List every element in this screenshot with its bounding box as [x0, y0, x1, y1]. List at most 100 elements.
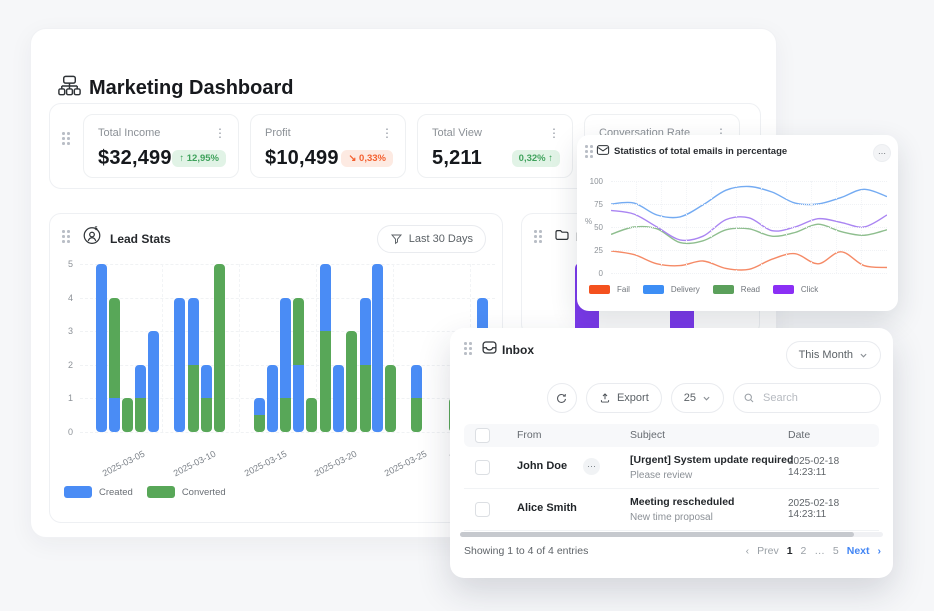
bar-segment-converted	[346, 331, 357, 432]
table-row[interactable]: John Doe ⋯ [Urgent] System update required…	[464, 447, 879, 489]
legend-item[interactable]: Created	[64, 486, 133, 498]
export-button[interactable]: Export	[586, 383, 662, 413]
sender-name: Alice Smith	[517, 502, 577, 514]
drag-handle[interactable]	[585, 145, 593, 158]
upload-icon	[599, 392, 611, 404]
drag-handle[interactable]	[62, 132, 70, 145]
table-row[interactable]: Alice SmithMeeting rescheduledNew time p…	[464, 489, 879, 531]
drag-handle[interactable]	[534, 230, 542, 243]
lead-bar	[109, 298, 120, 432]
search-input[interactable]	[761, 391, 857, 405]
scrollbar-thumb[interactable]	[460, 532, 854, 537]
lead-bar	[122, 398, 133, 432]
legend-label: Read	[741, 285, 760, 294]
bar-segment-created	[280, 298, 291, 399]
bar-segment-created	[135, 365, 146, 399]
row-menu-button[interactable]: ⋯	[583, 458, 600, 475]
subject-text: [Urgent] System update required	[630, 454, 793, 466]
legend-item[interactable]: Click	[773, 285, 818, 294]
gridline	[811, 181, 812, 273]
lead-bar	[188, 298, 199, 432]
page-number[interactable]: 5	[833, 545, 839, 557]
inbox-card: Inbox This Month Export	[450, 328, 893, 578]
bar-segment-converted	[293, 298, 304, 365]
envelope-icon	[596, 143, 610, 157]
inbox-footer: Showing 1 to 4 of 4 entries ‹Prev12…5Nex…	[464, 545, 881, 557]
page-number[interactable]: 1	[787, 545, 793, 557]
date-cell: 2025-02-18 14:23:11	[788, 498, 879, 520]
gridline	[711, 181, 712, 273]
select-all-checkbox[interactable]	[475, 428, 490, 443]
bar-segment-created	[320, 264, 331, 331]
y-tick-label: 5	[50, 259, 73, 269]
next-arrow[interactable]: ›	[878, 545, 882, 557]
legend-item[interactable]: Delivery	[643, 285, 700, 294]
chevron-down-icon	[702, 394, 711, 403]
kebab-menu-icon[interactable]: ⋮	[381, 127, 393, 139]
table-header-row: From Subject Date	[464, 424, 879, 447]
next-button[interactable]: Next	[847, 545, 870, 557]
prev-arrow[interactable]: ‹	[746, 545, 750, 557]
legend-item[interactable]: Converted	[147, 486, 226, 498]
trend-badge: 0,32% ↑	[512, 150, 560, 167]
gridline	[611, 181, 887, 182]
stat-card: Profit⋮$10,499↘ 0,33%	[250, 114, 406, 178]
date-filter-button[interactable]: Last 30 Days	[377, 225, 486, 253]
page-ellipsis: …	[814, 545, 825, 557]
lead-stats-card: $ Lead Stats Last 30 Days 543210 2025-03…	[49, 213, 503, 523]
page-number[interactable]: 2	[801, 545, 807, 557]
prev-button[interactable]: Prev	[757, 545, 779, 557]
stat-value: $10,499	[265, 147, 339, 170]
legend-label: Click	[801, 285, 818, 294]
bar-segment-created	[188, 298, 199, 365]
kebab-menu-icon[interactable]: ⋮	[214, 127, 226, 139]
bar-segment-created	[174, 298, 185, 432]
bar-segment-created	[360, 298, 371, 365]
x-tick-label: 2025-03-15	[243, 449, 289, 479]
pagination: ‹ Prev 12 … 5 Next ›	[746, 545, 881, 557]
legend-swatch	[589, 285, 610, 294]
bar-segment-created	[254, 398, 265, 415]
gridline	[661, 181, 662, 273]
bar-segment-converted	[411, 398, 422, 432]
refresh-button[interactable]	[547, 383, 577, 413]
column-header-date: Date	[788, 429, 810, 441]
lead-bar	[411, 365, 422, 432]
stat-title: Total View	[432, 127, 482, 139]
legend-item[interactable]: Read	[713, 285, 760, 294]
y-tick-label: 25	[577, 246, 603, 255]
row-checkbox[interactable]	[475, 460, 490, 475]
stat-title: Total Income	[98, 127, 160, 139]
subject-preview: Please review	[630, 470, 793, 481]
legend-swatch	[64, 486, 92, 498]
period-select[interactable]: This Month	[786, 341, 881, 369]
drag-handle[interactable]	[62, 230, 70, 243]
y-tick-label: 4	[50, 293, 73, 303]
dashboard-page: Marketing Dashboard Total Income⋮$32,499…	[0, 0, 934, 611]
legend-swatch	[713, 285, 734, 294]
legend-item[interactable]: Fail	[589, 285, 630, 294]
gridline	[861, 181, 862, 273]
row-checkbox[interactable]	[475, 502, 490, 517]
email-stats-card: Statistics of total emails in percentage…	[577, 135, 898, 311]
lead-bar	[201, 365, 212, 432]
subject-preview: New time proposal	[630, 512, 734, 523]
lead-bar	[135, 365, 146, 432]
stat-title: Profit	[265, 127, 291, 139]
email-line-chart	[611, 181, 887, 273]
bar-segment-created	[96, 264, 107, 432]
gridline	[836, 181, 837, 273]
page-size-select[interactable]: 25	[671, 383, 724, 413]
more-menu-button[interactable]: ⋯	[873, 144, 891, 162]
bar-segment-created	[201, 365, 212, 399]
bar-segment-converted	[122, 398, 133, 432]
kebab-menu-icon[interactable]: ⋮	[548, 127, 560, 139]
export-label: Export	[617, 392, 649, 404]
line-series-delivery	[611, 186, 887, 217]
y-tick-label: 1	[50, 393, 73, 403]
bar-segment-converted	[201, 398, 212, 432]
sender-name: John Doe	[517, 460, 567, 472]
legend-label: Delivery	[671, 285, 700, 294]
stat-value: $32,499	[98, 147, 172, 170]
drag-handle[interactable]	[464, 342, 472, 355]
